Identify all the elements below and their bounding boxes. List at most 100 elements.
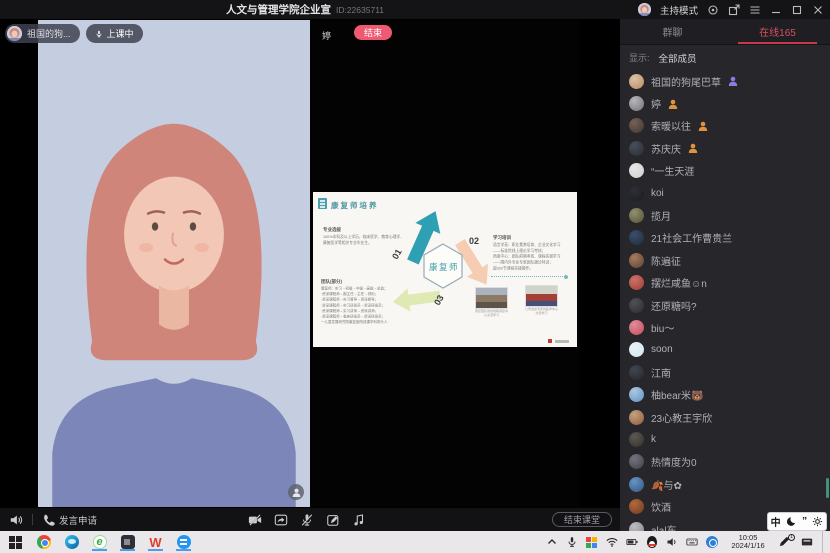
member-host-badge-icon	[728, 76, 738, 86]
member-name: 🍂与✿	[651, 477, 682, 492]
member-row[interactable]: 23心教王宇欣	[620, 406, 830, 428]
slide-photo-2: 公司选送专家到医学中心交流学习	[525, 285, 558, 307]
member-name: soon	[651, 344, 673, 355]
screen-share-region[interactable]: 婷 结束 康复师培养 康复师 01 02 03	[310, 20, 580, 507]
taskbar-clock[interactable]: 10:05 2024/1/16	[725, 534, 771, 551]
taskbar-app-edge-icon[interactable]	[64, 533, 79, 551]
member-name: 柚bear米🐻	[651, 387, 703, 402]
member-row[interactable]: 祖国的狗尾巴草	[620, 70, 830, 92]
member-row[interactable]: 江南	[620, 361, 830, 383]
moon-icon[interactable]	[786, 516, 797, 527]
member-row[interactable]: 21社会工作曹贵兰	[620, 227, 830, 249]
member-filter-select[interactable]: 全部成员	[659, 51, 697, 65]
member-name: 揽月	[651, 208, 671, 223]
phone-icon[interactable]	[41, 512, 57, 528]
member-avatar	[629, 410, 644, 425]
member-row[interactable]: 苏庆庆	[620, 137, 830, 159]
maximize-icon[interactable]	[791, 4, 803, 16]
window-controls	[707, 4, 824, 16]
member-row[interactable]: 柚bear米🐻	[620, 383, 830, 405]
end-share-button[interactable]: 结束	[354, 25, 392, 40]
titlebar-right: 主持模式	[638, 0, 824, 19]
share-screen-icon[interactable]	[273, 512, 289, 528]
slide-footer-marks	[548, 339, 569, 343]
taskbar-app-wps-icon[interactable]: W	[148, 533, 163, 551]
qq-icon[interactable]	[645, 536, 658, 549]
app-window: 人文与管理学院企业宣 ID:22635711 主持模式	[0, 0, 830, 553]
taskbar-app-start-button[interactable]	[8, 533, 23, 551]
filter-label: 显示:	[629, 51, 650, 64]
member-member-badge-icon	[688, 143, 698, 153]
speech-request-button[interactable]: 发言申请	[59, 513, 97, 527]
battery-icon[interactable]	[625, 536, 638, 549]
member-row[interactable]: 🍂与✿	[620, 473, 830, 495]
music-icon[interactable]	[351, 512, 367, 528]
keyboard-icon[interactable]	[685, 536, 698, 549]
member-row[interactable]: 陈遍征	[620, 249, 830, 271]
gear-icon[interactable]	[812, 516, 823, 527]
menu-icon[interactable]	[749, 4, 761, 16]
slide-block-selection: 专业选拔 100%本科及以上学历，临床医学、教育心理学、康复医学等相关专业毕业生…	[323, 226, 405, 246]
participant-audio-indicator[interactable]	[288, 484, 304, 500]
member-avatar	[629, 387, 644, 402]
chevron-up-icon[interactable]	[545, 536, 558, 549]
end-class-button[interactable]: 结束课堂	[552, 512, 612, 527]
show-desktop-strip[interactable]	[822, 531, 826, 553]
slide-photo-caption: 公司选送专家到医学中心交流学习	[525, 308, 558, 316]
taskbar-app-classroom-icon[interactable]	[176, 533, 191, 551]
tab-group-chat[interactable]: 群聊	[620, 19, 725, 44]
member-row[interactable]: 揽月	[620, 204, 830, 226]
color-grid-icon[interactable]	[585, 536, 598, 549]
taskbar-app-meeting-icon[interactable]	[120, 533, 135, 551]
system-tray: 10:05 2024/1/16 1	[545, 531, 826, 553]
settings-icon[interactable]	[707, 4, 719, 16]
scrollbar-thumb[interactable]	[826, 478, 829, 498]
member-row[interactable]: 索暖以往	[620, 115, 830, 137]
action-center-icon[interactable]	[800, 536, 813, 549]
popout-icon[interactable]	[728, 4, 740, 16]
mic-icon	[95, 29, 103, 39]
presenter-video[interactable]	[38, 20, 310, 507]
member-name: 饮酒	[651, 499, 671, 514]
taskbar-app-chrome-icon[interactable]	[36, 533, 51, 551]
titlebar: 人文与管理学院企业宣 ID:22635711 主持模式	[0, 0, 830, 19]
minimize-icon[interactable]	[770, 4, 782, 16]
member-row[interactable]: k	[620, 428, 830, 450]
member-row[interactable]: 摆烂咸鱼☺n	[620, 272, 830, 294]
camera-off-icon[interactable]	[247, 512, 263, 528]
punctuation-icon[interactable]: ”	[802, 519, 807, 525]
close-icon[interactable]	[812, 4, 824, 16]
sidebar-tabs: 群聊 在线165	[620, 19, 830, 45]
member-row[interactable]: “一生天涯	[620, 160, 830, 182]
annotate-icon[interactable]	[325, 512, 341, 528]
member-row[interactable]: biu～	[620, 316, 830, 338]
member-avatar	[629, 163, 644, 178]
mic-off-icon[interactable]	[299, 512, 315, 528]
member-row[interactable]: soon	[620, 339, 830, 361]
presenter-name-badge[interactable]: 祖国的狗...	[5, 24, 80, 43]
class-status-badge[interactable]: 上课中	[86, 24, 143, 43]
blue-circle-icon[interactable]	[705, 536, 718, 549]
slide-text-line: 超300节课程实践操作。	[493, 265, 568, 271]
slide-step-1: 01	[390, 247, 404, 261]
member-name: 摆烂咸鱼☺n	[651, 275, 707, 290]
speaker-icon[interactable]	[8, 512, 24, 528]
ime-lang-toggle[interactable]: 中	[771, 514, 781, 529]
tab-online-members[interactable]: 在线165	[725, 19, 830, 44]
member-avatar	[629, 298, 644, 313]
pen-input-icon[interactable]: 1	[778, 535, 793, 550]
member-row[interactable]: 婷	[620, 92, 830, 114]
slide-block-lines: 康复师：实习→初级→中级→高级→总监；·资深课程师→副主任→主任→领衔；·资深课…	[321, 286, 429, 325]
member-row[interactable]: 热情度为0	[620, 451, 830, 473]
slide-footer-text	[555, 340, 569, 343]
member-row[interactable]: koi	[620, 182, 830, 204]
member-name: 还原糖吗?	[651, 298, 697, 313]
taskbar-app-green-browser-icon[interactable]: e	[92, 533, 107, 551]
member-filter-row: 显示: 全部成员	[620, 45, 830, 70]
member-avatar	[629, 320, 644, 335]
member-name: 婷	[651, 96, 661, 111]
wifi-icon[interactable]	[605, 536, 618, 549]
member-row[interactable]: 还原糖吗?	[620, 294, 830, 316]
tray-mic-icon[interactable]	[565, 536, 578, 549]
volume-icon[interactable]	[665, 536, 678, 549]
